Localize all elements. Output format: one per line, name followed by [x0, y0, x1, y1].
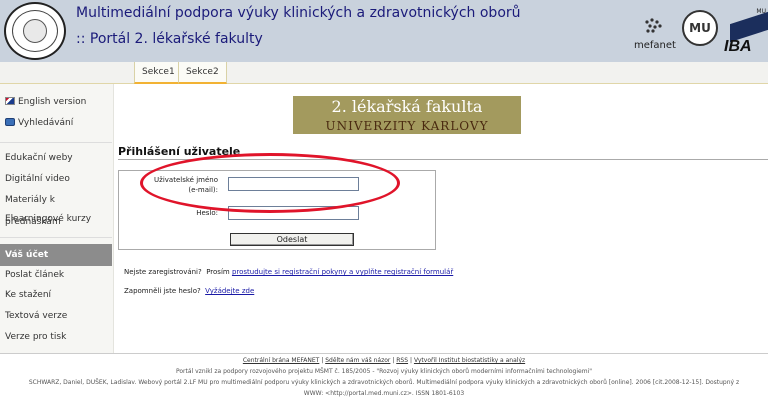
- sidebar-item-elearning[interactable]: Elearningové kurzy: [0, 208, 112, 230]
- mefanet-logo[interactable]: mefanet: [634, 40, 676, 51]
- footer-separator: |: [321, 357, 324, 364]
- sidebar-item-ke-stazeni[interactable]: Ke stažení: [0, 284, 112, 306]
- mefanet-dots-icon: [645, 18, 662, 33]
- register-prefix: Prosím: [206, 268, 230, 276]
- faculty-banner: 2. lékařská fakulta UNIVERZITY KARLOVY: [293, 96, 521, 134]
- site-title: Multimediální podpora výuky klinických a…: [76, 5, 521, 21]
- sidebar-item-edukacni-weby[interactable]: Edukační weby: [0, 147, 112, 169]
- footer-separator: |: [392, 357, 395, 364]
- tab-sekce2[interactable]: Sekce2: [178, 62, 227, 84]
- banner-line1: 2. lékařská fakulta: [331, 97, 483, 116]
- iba-logo[interactable]: IBA: [724, 11, 768, 56]
- search-icon: [5, 118, 15, 126]
- site-subtitle: :: Portál 2. lékařské fakulty: [76, 31, 263, 47]
- footer-separator: |: [409, 357, 413, 364]
- sidebar-item-digitalni-video[interactable]: Digitální video: [0, 168, 112, 190]
- footer-link-feedback[interactable]: Sdělte nám váš názor: [325, 357, 390, 364]
- tab-sekce1[interactable]: Sekce1: [134, 62, 183, 84]
- iba-logo-text: IBA: [724, 38, 752, 55]
- footer-issn: WWW: <http://portal.med.muni.cz>. ISSN 1…: [303, 390, 465, 397]
- partner-logos: mefanet MU IBA MU: [632, 8, 768, 56]
- sidebar-item-label: Vyhledávání: [18, 118, 74, 128]
- sidebar-divider: [0, 142, 112, 143]
- red-highlight-oval: [140, 153, 400, 213]
- submit-button[interactable]: Odeslat: [230, 233, 354, 246]
- sidebar-item-verze-pro-tisk[interactable]: Verze pro tisk: [0, 326, 112, 348]
- sidebar-item-vas-ucet[interactable]: Váš účet: [0, 244, 112, 266]
- faculty-seal-logo: [4, 2, 66, 60]
- footer-citation: SCHWARZ, Daniel, DUŠEK, Ladislav. Webový…: [28, 379, 740, 386]
- sidebar: English version Vyhledávání Edukační web…: [0, 84, 114, 354]
- banner-line2: UNIVERZITY KARLOVY: [325, 119, 489, 133]
- seal-core: [23, 19, 47, 43]
- uk-flag-icon: [5, 97, 15, 105]
- register-link[interactable]: prostudujte si registrační pokyny a vypl…: [232, 268, 453, 276]
- forgot-link[interactable]: Vyžádejte zde: [205, 287, 254, 295]
- sidebar-item-search[interactable]: Vyhledávání: [0, 112, 112, 134]
- register-question: Nejste zaregistrováni?: [124, 268, 202, 276]
- register-line: Nejste zaregistrováni? Prosím prostudujt…: [124, 268, 453, 276]
- footer-divider: [0, 353, 768, 354]
- emblem-text: MU: [689, 21, 711, 35]
- forgot-password-line: Zapomněli jste heslo? Vyžádejte zde: [124, 287, 254, 295]
- sidebar-item-textova-verze[interactable]: Textová verze: [0, 305, 112, 327]
- footer-links: Centrální brána MEFANET | Sdělte nám váš…: [0, 357, 768, 364]
- footer-link-iba[interactable]: Vytvořil Institut biostatistiky a analýz: [414, 357, 525, 364]
- university-emblem: MU: [682, 10, 718, 46]
- tab-bar: Sekce1 Sekce2: [0, 62, 768, 84]
- sidebar-item-label: English version: [18, 97, 87, 107]
- sidebar-item-english-version[interactable]: English version: [0, 91, 112, 113]
- sidebar-divider: [0, 237, 112, 238]
- password-label: Heslo:: [196, 209, 218, 217]
- mu-label: MU: [756, 8, 766, 15]
- footer-link-rss[interactable]: RSS: [396, 357, 408, 364]
- footer-link-mefanet[interactable]: Centrální brána MEFANET: [243, 357, 319, 364]
- footer-project-note: Portál vznikl za podpory rozvojového pro…: [175, 368, 592, 375]
- header: Multimediální podpora výuky klinických a…: [0, 0, 768, 62]
- sidebar-item-poslat-clanek[interactable]: Poslat článek: [0, 264, 112, 286]
- forgot-question: Zapomněli jste heslo?: [124, 287, 201, 295]
